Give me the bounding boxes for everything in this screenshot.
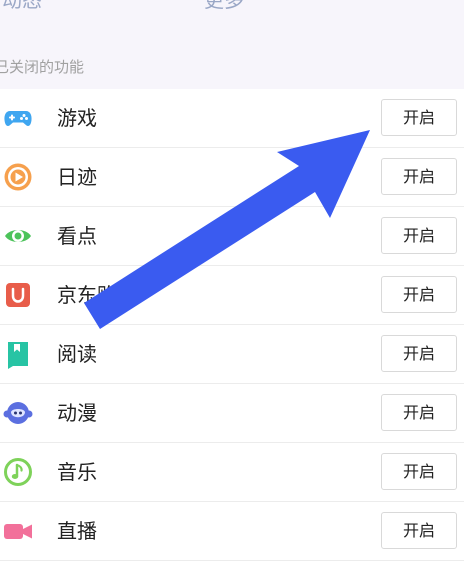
enable-jd-shopping-button[interactable]: 开启 (381, 276, 457, 313)
enable-daily-moments-button[interactable]: 开启 (381, 158, 457, 195)
eye-icon (3, 221, 33, 251)
section-title: 已关闭的功能 (0, 58, 85, 76)
item-label-live: 直播 (57, 519, 97, 543)
enable-kandian-button[interactable]: 开启 (381, 217, 457, 254)
item-label-kandian: 看点 (57, 224, 97, 248)
item-label-reading: 阅读 (57, 342, 97, 366)
enable-game-button[interactable]: 开启 (381, 99, 457, 136)
list-item-comics: 动漫 开启 (0, 384, 464, 443)
list-item-kandian: 看点 开启 (0, 207, 464, 266)
list-item-reading: 阅读 开启 (0, 325, 464, 384)
closed-features-list: 游戏 开启 日迹 开启 看点 开启 京东购物 开启 阅读 开启 动漫 开启 音乐… (0, 89, 464, 561)
item-label-jd-shopping: 京东购物 (57, 283, 137, 307)
enable-music-button[interactable]: 开启 (381, 453, 457, 490)
item-label-daily-moments: 日迹 (57, 165, 97, 189)
list-item-daily-moments: 日迹 开启 (0, 148, 464, 207)
top-tab-bar: 动态 更多 (0, 0, 464, 28)
list-item-jd-shopping: 京东购物 开启 (0, 266, 464, 325)
shopping-bag-icon (3, 280, 33, 310)
tab-dynamic[interactable]: 动态 (2, 0, 42, 14)
music-note-icon (3, 457, 33, 487)
cartoon-face-icon (3, 398, 33, 428)
tab-more[interactable]: 更多 (204, 0, 244, 14)
enable-reading-button[interactable]: 开启 (381, 335, 457, 372)
gamepad-icon (3, 103, 33, 133)
video-camera-icon (3, 516, 33, 546)
list-item-music: 音乐 开启 (0, 443, 464, 502)
enable-comics-button[interactable]: 开启 (381, 394, 457, 431)
list-item-game: 游戏 开启 (0, 89, 464, 148)
section-header: 已关闭的功能 (0, 28, 464, 89)
list-item-live: 直播 开启 (0, 502, 464, 561)
item-label-music: 音乐 (57, 460, 97, 484)
play-circle-icon (3, 162, 33, 192)
enable-live-button[interactable]: 开启 (381, 512, 457, 549)
settings-page: 动态 更多 已关闭的功能 游戏 开启 日迹 开启 看点 开启 京东购物 开启 阅… (0, 0, 464, 563)
item-label-game: 游戏 (57, 106, 97, 130)
item-label-comics: 动漫 (57, 401, 97, 425)
book-icon (3, 339, 33, 369)
